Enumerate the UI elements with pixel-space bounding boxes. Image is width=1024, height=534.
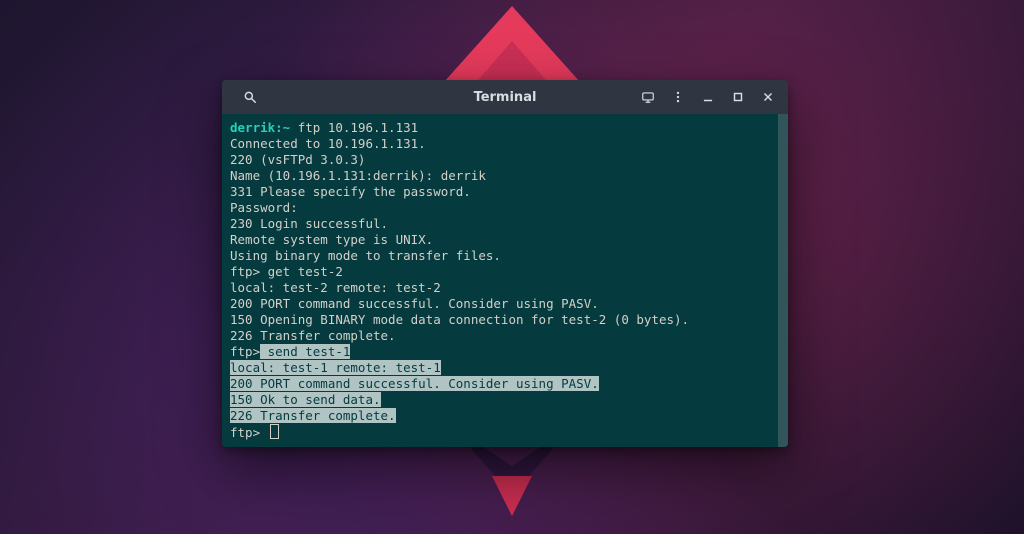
terminal-line: 150 Opening BINARY mode data connection … bbox=[230, 312, 788, 328]
display-icon bbox=[641, 90, 655, 104]
selected-text: 226 Transfer complete. bbox=[230, 408, 396, 423]
minimize-button[interactable] bbox=[694, 83, 722, 111]
terminal-output[interactable]: derrik:~ ftp 10.196.1.131 Connected to 1… bbox=[222, 114, 788, 447]
terminal-line: 150 Ok to send data. bbox=[230, 392, 788, 408]
ftp-prompt: ftp> bbox=[230, 425, 268, 440]
selected-text: send test-1 bbox=[260, 344, 350, 359]
close-icon bbox=[761, 90, 775, 104]
maximize-button[interactable] bbox=[724, 83, 752, 111]
selected-text: 200 PORT command successful. Consider us… bbox=[230, 376, 599, 391]
titlebar[interactable]: Terminal bbox=[222, 80, 788, 114]
menu-button[interactable] bbox=[664, 83, 692, 111]
scrollbar[interactable] bbox=[778, 114, 788, 447]
terminal-line: Connected to 10.196.1.131. bbox=[230, 136, 788, 152]
terminal-line: Using binary mode to transfer files. bbox=[230, 248, 788, 264]
terminal-line: 200 PORT command successful. Consider us… bbox=[230, 376, 788, 392]
search-icon bbox=[243, 90, 257, 104]
terminal-window: Terminal bbox=[222, 80, 788, 447]
maximize-icon bbox=[731, 90, 745, 104]
ftp-prompt: ftp> bbox=[230, 344, 260, 359]
notify-button[interactable] bbox=[634, 83, 662, 111]
terminal-line: 226 Transfer complete. bbox=[230, 328, 788, 344]
text-cursor bbox=[270, 424, 279, 439]
terminal-line: 230 Login successful. bbox=[230, 216, 788, 232]
selected-text: 150 Ok to send data. bbox=[230, 392, 381, 407]
terminal-line: 200 PORT command successful. Consider us… bbox=[230, 296, 788, 312]
terminal-line: Name (10.196.1.131:derrik): derrik bbox=[230, 168, 788, 184]
close-button[interactable] bbox=[754, 83, 782, 111]
minimize-icon bbox=[701, 90, 715, 104]
selected-text: local: test-1 remote: test-1 bbox=[230, 360, 441, 375]
terminal-line: Password: bbox=[230, 200, 788, 216]
shell-prompt-command: ftp 10.196.1.131 bbox=[290, 120, 418, 135]
terminal-line: 220 (vsFTPd 3.0.3) bbox=[230, 152, 788, 168]
terminal-line: local: test-2 remote: test-2 bbox=[230, 280, 788, 296]
terminal-line: 331 Please specify the password. bbox=[230, 184, 788, 200]
shell-prompt-user: derrik:~ bbox=[230, 120, 290, 135]
terminal-line: 226 Transfer complete. bbox=[230, 408, 788, 424]
terminal-line: ftp> get test-2 bbox=[230, 264, 788, 280]
search-button[interactable] bbox=[236, 83, 264, 111]
terminal-line: derrik:~ ftp 10.196.1.131 bbox=[230, 120, 788, 136]
terminal-line: Remote system type is UNIX. bbox=[230, 232, 788, 248]
terminal-line: ftp> send test-1 bbox=[230, 344, 788, 360]
kebab-icon bbox=[671, 90, 685, 104]
terminal-line: ftp> bbox=[230, 424, 788, 441]
terminal-line: local: test-1 remote: test-1 bbox=[230, 360, 788, 376]
